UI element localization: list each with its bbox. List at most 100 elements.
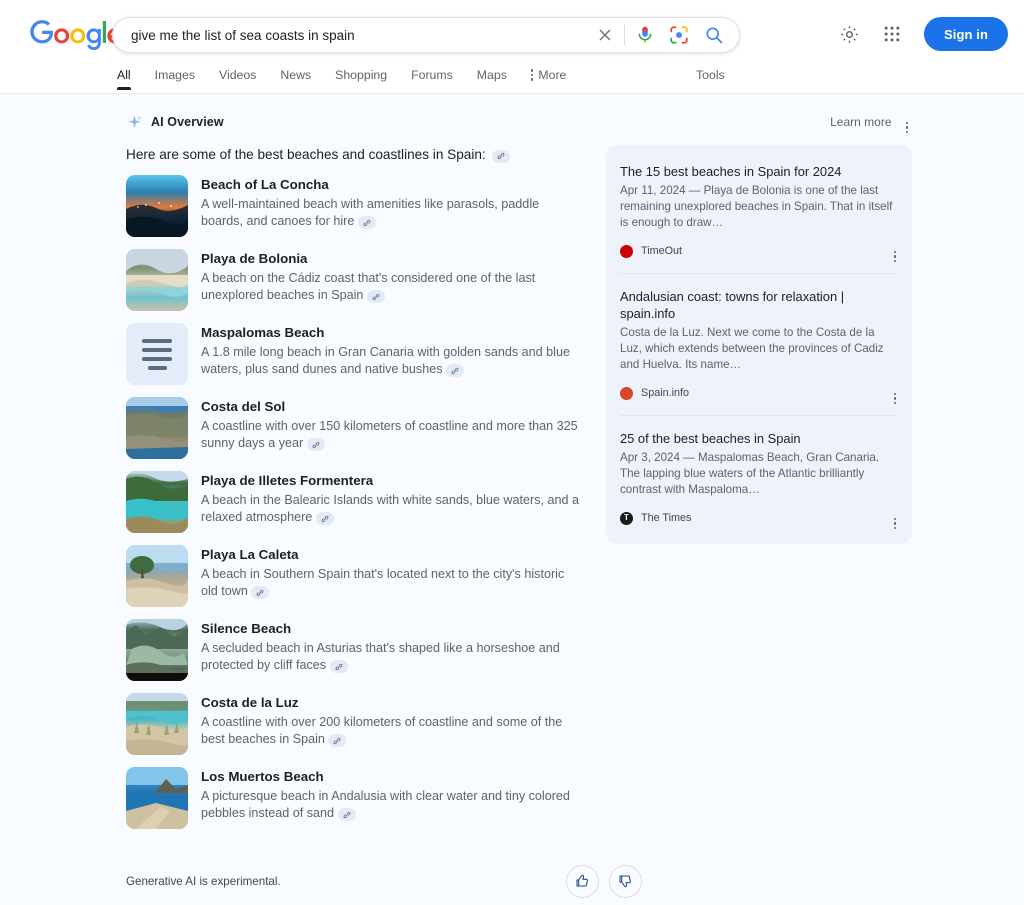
source-card[interactable]: The 15 best beaches in Spain for 2024 Ap…: [620, 149, 898, 273]
source-snippet: Costa de la Luz. Next we come to the Cos…: [620, 326, 884, 371]
microphone-icon[interactable]: [633, 23, 657, 47]
citation-link-icon[interactable]: [329, 660, 348, 674]
ai-overview-content: Here are some of the best beaches and co…: [126, 145, 594, 841]
citation-link-icon[interactable]: [446, 364, 465, 378]
list-item: Playa La Caleta A beach in Southern Spai…: [126, 545, 594, 607]
item-description-text: A picturesque beach in Andalusia with cl…: [201, 789, 570, 820]
google-search-results-page: Sign in All Images Videos News Shopping …: [0, 0, 1024, 905]
ai-overview-panel: AI Overview Learn more Here are some of …: [0, 94, 1024, 905]
item-title[interactable]: Playa de Bolonia: [201, 250, 581, 268]
search-tabs-bar: All Images Videos News Shopping Forums M…: [0, 68, 1024, 94]
thumbs-down-icon[interactable]: [608, 864, 642, 898]
ai-overview-sources: The 15 best beaches in Spain for 2024 Ap…: [606, 145, 912, 841]
citation-link-icon[interactable]: [337, 808, 356, 822]
source-card[interactable]: Andalusian coast: towns for relaxation |…: [620, 273, 898, 415]
source-site-name: Spain.info: [641, 387, 690, 399]
citation-link-icon[interactable]: [251, 586, 270, 600]
item-description-text: A secluded beach in Asturias that's shap…: [201, 641, 560, 672]
item-description: A coastline with over 200 kilometers of …: [201, 714, 581, 748]
favicon-timeout: [620, 244, 633, 258]
search-divider: [624, 25, 625, 45]
source-site-name: The Times: [641, 512, 692, 524]
thumbnail-cliff-horseshoe-bay[interactable]: [126, 619, 188, 681]
tab-maps[interactable]: Maps: [465, 68, 519, 90]
citation-link-icon[interactable]: [315, 512, 334, 526]
thumbnail-aerial-coast-town[interactable]: [126, 397, 188, 459]
more-dots-icon: [530, 69, 534, 81]
list-item: Costa del Sol A coastline with over 150 …: [126, 397, 594, 459]
header-actions: Sign in: [832, 0, 1008, 68]
learn-more-link[interactable]: Learn more: [830, 115, 891, 129]
item-description: A coastline with over 150 kilometers of …: [201, 418, 581, 452]
tab-shopping[interactable]: Shopping: [323, 68, 399, 90]
item-title[interactable]: Playa La Caleta: [201, 546, 581, 564]
item-description: A beach in the Balearic Islands with whi…: [201, 492, 581, 526]
tools-button[interactable]: Tools: [696, 68, 725, 82]
ai-overview-title: AI Overview: [151, 115, 224, 129]
google-logo[interactable]: [30, 19, 122, 51]
tab-news[interactable]: News: [268, 68, 323, 90]
tab-images[interactable]: Images: [143, 68, 207, 90]
item-title[interactable]: Costa de la Luz: [201, 694, 581, 712]
thumbnail-pebble-cove[interactable]: [126, 767, 188, 829]
list-item: Maspalomas Beach A 1.8 mile long beach i…: [126, 323, 594, 385]
settings-gear-icon[interactable]: [832, 16, 868, 52]
thumbnail-palm-beach[interactable]: [126, 545, 188, 607]
thumbnail-dune-beach[interactable]: [126, 693, 188, 755]
item-description: A beach in Southern Spain that's located…: [201, 566, 581, 600]
thumbs-up-icon[interactable]: [565, 864, 599, 898]
source-title[interactable]: The 15 best beaches in Spain for 2024: [620, 163, 898, 180]
item-title[interactable]: Los Muertos Beach: [201, 768, 581, 786]
tab-videos[interactable]: Videos: [207, 68, 268, 90]
citation-link-icon[interactable]: [366, 290, 385, 304]
item-description: A picturesque beach in Andalusia with cl…: [201, 788, 581, 822]
ai-overview-lead-text: Here are some of the best beaches and co…: [126, 147, 486, 162]
source-snippet: Apr 11, 2024 — Playa de Bolonia is one o…: [620, 184, 893, 229]
search-submit-icon[interactable]: [703, 24, 725, 46]
source-overflow-icon[interactable]: [892, 382, 899, 404]
thumbnail-sunset-bay[interactable]: [126, 175, 188, 237]
citation-link-icon[interactable]: [491, 149, 510, 163]
tab-all[interactable]: All: [112, 68, 143, 90]
source-site-name: TimeOut: [641, 245, 682, 257]
overflow-menu-icon[interactable]: [902, 109, 913, 135]
item-description: A secluded beach in Asturias that's shap…: [201, 640, 581, 674]
thumbnail-turquoise-cove[interactable]: [126, 471, 188, 533]
source-footer: TimeOut: [620, 240, 898, 262]
item-description-text: A coastline with over 200 kilometers of …: [201, 715, 563, 746]
citation-link-icon[interactable]: [306, 438, 325, 452]
search-input[interactable]: [131, 27, 592, 43]
item-title[interactable]: Costa del Sol: [201, 398, 581, 416]
item-description-text: A beach in the Balearic Islands with whi…: [201, 493, 580, 524]
source-footer: Spain.info: [620, 382, 898, 404]
source-footer: T The Times: [620, 507, 898, 529]
item-description-text: A coastline with over 150 kilometers of …: [201, 419, 578, 450]
favicon-the-times: T: [620, 511, 633, 525]
list-item: Silence Beach A secluded beach in Asturi…: [126, 619, 594, 681]
source-cards-panel: The 15 best beaches in Spain for 2024 Ap…: [606, 145, 912, 544]
source-title[interactable]: 25 of the best beaches in Spain: [620, 430, 898, 447]
source-overflow-icon[interactable]: [892, 507, 899, 529]
google-apps-icon[interactable]: [874, 16, 910, 52]
search-bar[interactable]: [112, 17, 740, 53]
generative-ai-note: Generative AI is experimental.: [126, 874, 281, 888]
sign-in-button[interactable]: Sign in: [923, 17, 1008, 51]
item-title[interactable]: Playa de Illetes Formentera: [201, 472, 581, 490]
source-card[interactable]: 25 of the best beaches in Spain Apr 3, 2…: [620, 415, 898, 540]
item-title[interactable]: Maspalomas Beach: [201, 324, 581, 342]
list-item: Playa de Bolonia A beach on the Cádiz co…: [126, 249, 594, 311]
source-overflow-icon[interactable]: [892, 240, 899, 262]
item-title[interactable]: Beach of La Concha: [201, 176, 581, 194]
google-lens-icon[interactable]: [667, 23, 691, 47]
ai-overview-footer: Generative AI is experimental.: [126, 861, 912, 901]
item-title[interactable]: Silence Beach: [201, 620, 581, 638]
tab-forums[interactable]: Forums: [399, 68, 465, 90]
clear-icon[interactable]: [592, 22, 618, 48]
item-description: A well-maintained beach with amenities l…: [201, 196, 581, 230]
citation-link-icon[interactable]: [328, 734, 347, 748]
thumbnail-wide-sand-beach[interactable]: [126, 249, 188, 311]
source-title[interactable]: Andalusian coast: towns for relaxation |…: [620, 288, 898, 322]
citation-link-icon[interactable]: [357, 216, 376, 230]
list-item: Costa de la Luz A coastline with over 20…: [126, 693, 594, 755]
tab-more[interactable]: More: [519, 68, 579, 90]
